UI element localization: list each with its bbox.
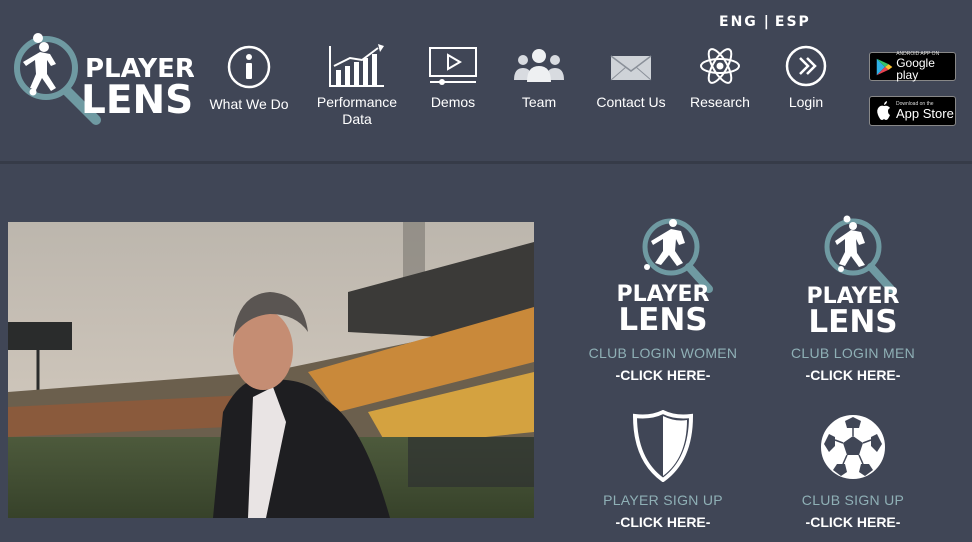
nav-demos[interactable]: Demos: [418, 44, 488, 111]
app-store-label: App Store: [896, 106, 954, 121]
google-play-label: Google play: [896, 56, 935, 82]
lang-separator: |: [763, 14, 769, 30]
nav-label: Demos: [430, 94, 476, 110]
nav-contact-us[interactable]: Contact Us: [590, 44, 672, 111]
shield-icon: [632, 410, 694, 482]
nav-label: Team: [521, 94, 557, 110]
google-play-badge[interactable]: Android App On Google play: [869, 52, 956, 81]
nav-label: Performance Data: [316, 94, 398, 127]
tile-title: CLUB LOGIN WOMEN: [588, 345, 738, 361]
nav-team[interactable]: Team: [504, 44, 574, 111]
player-lens-logo[interactable]: PLAYER LENS: [14, 32, 195, 127]
tile-cta[interactable]: -CLICK HERE-: [573, 367, 753, 383]
stadium-coach-photo: [8, 222, 534, 518]
nav-label: Contact Us: [596, 94, 666, 110]
tile-club-login-women[interactable]: PLAYER LENS CLUB LOGIN WOMEN -CLICK HERE…: [573, 215, 753, 383]
tile-brand-line2: LENS: [618, 302, 707, 335]
lang-esp-link[interactable]: ESP: [775, 14, 811, 30]
envelope-icon: [610, 55, 652, 81]
team-icon: [514, 49, 564, 82]
info-icon: [227, 45, 271, 89]
chevron-right-circle-icon: [785, 45, 827, 87]
tile-cta[interactable]: -CLICK HERE-: [763, 367, 943, 383]
nav-performance-data[interactable]: Performance Data: [312, 44, 402, 128]
nav-login[interactable]: Login: [776, 44, 836, 111]
app-store-badge[interactable]: Download on the App Store: [869, 96, 956, 126]
google-play-icon: [876, 58, 893, 75]
nav-label: Research: [690, 94, 750, 110]
header-divider: [0, 161, 972, 164]
tile-club-login-men[interactable]: PLAYER LENS CLUB LOGIN MEN -CLICK HERE-: [763, 215, 943, 383]
tile-club-sign-up[interactable]: CLUB SIGN UP -CLICK HERE-: [763, 412, 943, 530]
player-lens-logo-icon: PLAYER LENS: [617, 218, 713, 335]
tile-title: PLAYER SIGN UP: [603, 492, 723, 508]
video-play-icon: [429, 47, 477, 85]
tile-title: CLUB LOGIN MEN: [791, 345, 915, 361]
tile-cta[interactable]: -CLICK HERE-: [763, 514, 943, 530]
soccer-ball-icon: [821, 415, 885, 479]
apple-icon: [877, 101, 890, 120]
brand-line2: LENS: [81, 78, 193, 123]
magnifier-player-icon: PLAYER LENS: [14, 33, 195, 125]
nav-what-we-do[interactable]: What We Do: [204, 44, 294, 113]
nav-label: Login: [788, 94, 824, 110]
nav-label: What We Do: [209, 96, 289, 112]
tile-player-sign-up[interactable]: PLAYER SIGN UP -CLICK HERE-: [573, 410, 753, 530]
nav-research[interactable]: Research: [684, 44, 756, 111]
player-lens-logo-icon: PLAYER LENS: [807, 215, 900, 335]
atom-icon: [700, 48, 740, 84]
tile-cta[interactable]: -CLICK HERE-: [573, 514, 753, 530]
tile-brand-line2: LENS: [808, 304, 897, 335]
bar-chart-icon: [329, 44, 384, 87]
hero-image: [8, 222, 534, 518]
lang-eng-link[interactable]: ENG: [719, 14, 758, 30]
language-switcher: ENG | ESP: [719, 14, 811, 30]
tile-title: CLUB SIGN UP: [801, 492, 905, 508]
